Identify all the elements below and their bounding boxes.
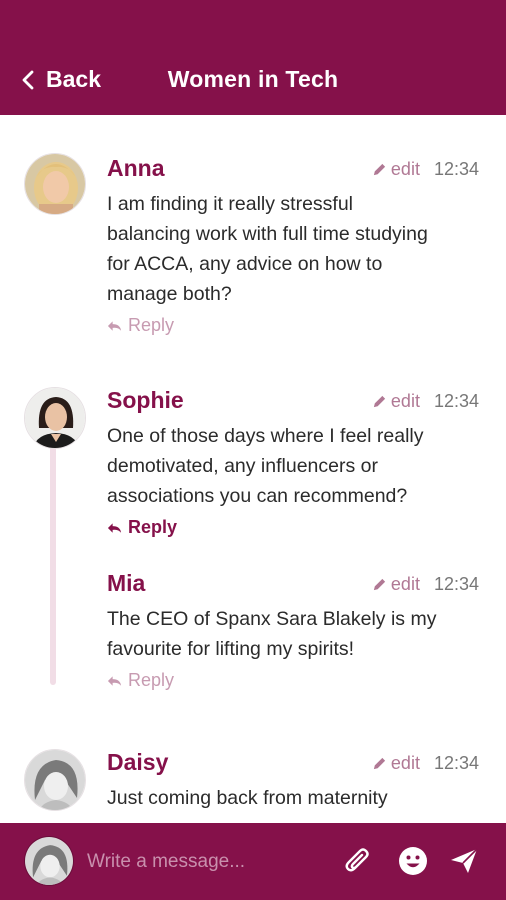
reply-button[interactable]: Reply	[107, 517, 177, 538]
author-name[interactable]: Mia	[107, 570, 145, 596]
edit-button[interactable]: edit	[372, 574, 420, 595]
author-name[interactable]: Anna	[107, 155, 165, 181]
avatar-sophie[interactable]	[24, 387, 86, 449]
timestamp: 12:34	[433, 574, 479, 594]
message-composer	[0, 823, 506, 900]
attach-button[interactable]	[340, 843, 376, 879]
message-feed[interactable]: Anna edit 12:34 I am finding it really s…	[0, 115, 506, 823]
timestamp: 12:34	[433, 159, 479, 179]
reply-button[interactable]: Reply	[107, 315, 174, 336]
pencil-icon	[373, 757, 386, 770]
reply-arrow-icon	[107, 522, 122, 533]
edit-button[interactable]: edit	[372, 391, 420, 412]
message-sophie: Sophie edit 12:34 One of those days wher…	[107, 387, 483, 539]
pencil-icon	[373, 163, 386, 176]
edit-button[interactable]: edit	[372, 753, 420, 774]
message-daisy: Daisy edit 12:34 Just coming back from m…	[107, 749, 483, 813]
reply-arrow-icon	[107, 675, 122, 686]
message-input[interactable]	[87, 848, 327, 876]
thread-line	[50, 445, 56, 685]
avatar-daisy[interactable]	[24, 749, 86, 811]
message-text: Just coming back from maternity	[107, 787, 388, 809]
message-mia: Mia edit 12:34 The CEO of Spanx Sara Bla…	[107, 570, 483, 692]
app-header: Back Women in Tech	[0, 0, 506, 115]
timestamp: 12:34	[433, 753, 479, 773]
avatar-current-user	[24, 836, 74, 886]
reply-arrow-icon	[107, 320, 122, 331]
send-button[interactable]	[446, 843, 482, 879]
message-text: The CEO of Spanx Sara Blakely is my favo…	[107, 608, 437, 660]
paperclip-icon	[345, 848, 369, 872]
smiley-icon	[399, 847, 427, 875]
author-name[interactable]: Sophie	[107, 387, 184, 413]
edit-button[interactable]: edit	[372, 159, 420, 180]
send-icon	[451, 848, 478, 873]
avatar-anna[interactable]	[24, 153, 86, 215]
message-text: One of those days where I feel really de…	[107, 425, 424, 507]
pencil-icon	[373, 578, 386, 591]
emoji-button[interactable]	[395, 843, 431, 879]
reply-button[interactable]: Reply	[107, 670, 174, 691]
author-name[interactable]: Daisy	[107, 749, 168, 775]
page-title: Women in Tech	[167, 66, 339, 92]
timestamp: 12:34	[433, 391, 479, 411]
pencil-icon	[373, 395, 386, 408]
message-anna: Anna edit 12:34 I am finding it really s…	[107, 155, 483, 337]
message-text: I am finding it really stressful balanci…	[107, 193, 428, 305]
